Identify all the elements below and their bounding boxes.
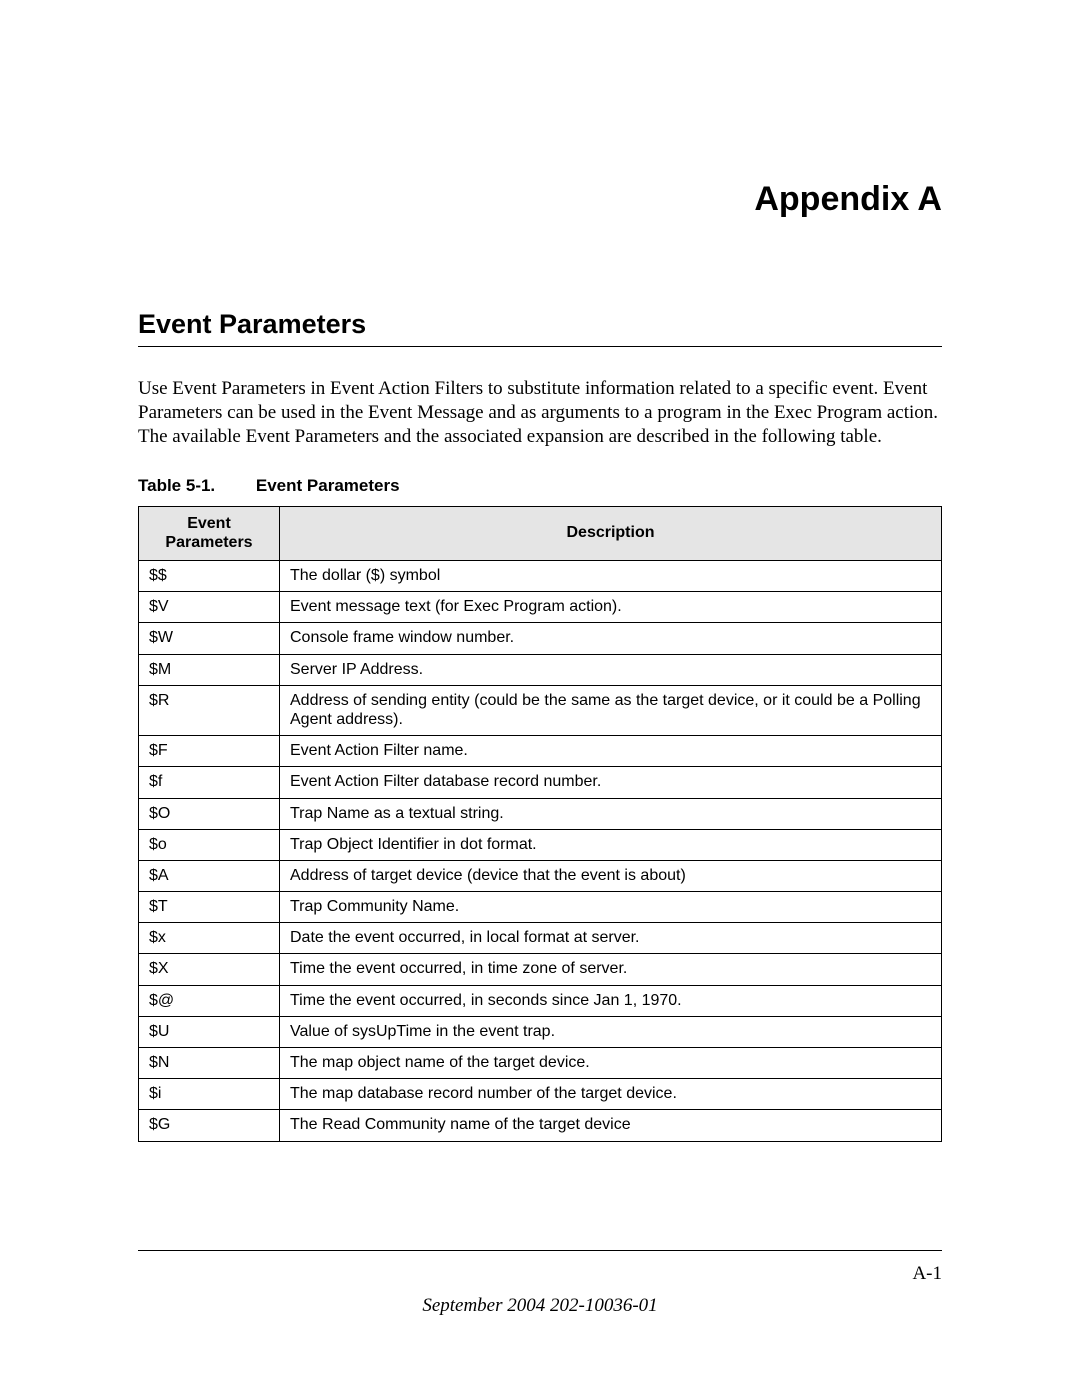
table-row: $GThe Read Community name of the target … [139,1110,942,1141]
table-row: $xDate the event occurred, in local form… [139,923,942,954]
table-cell-param: $f [139,767,280,798]
table-row: $AAddress of target device (device that … [139,860,942,891]
table-cell-desc: The dollar ($) symbol [280,561,942,592]
table-caption-number: Table 5-1. [138,476,215,496]
table-cell-param: $U [139,1016,280,1047]
table-cell-param: $V [139,592,280,623]
table-cell-desc: Event Action Filter name. [280,736,942,767]
page-number: A-1 [138,1263,942,1285]
table-row: $FEvent Action Filter name. [139,736,942,767]
table-row: $XTime the event occurred, in time zone … [139,954,942,985]
table-header-param: Event Parameters [139,507,280,561]
section-rule [138,346,942,347]
footer-rule [138,1250,942,1251]
table-cell-desc: Trap Community Name. [280,892,942,923]
table-cell-desc: Event Action Filter database record numb… [280,767,942,798]
table-row: $OTrap Name as a textual string. [139,798,942,829]
table-row: $UValue of sysUpTime in the event trap. [139,1016,942,1047]
table-cell-param: $M [139,654,280,685]
table-cell-desc: Address of target device (device that th… [280,860,942,891]
table-cell-desc: Server IP Address. [280,654,942,685]
table-row: $$The dollar ($) symbol [139,561,942,592]
table-cell-desc: Time the event occurred, in seconds sinc… [280,985,942,1016]
intro-paragraph: Use Event Parameters in Event Action Fil… [138,377,942,448]
table-row: $WConsole frame window number. [139,623,942,654]
appendix-title: Appendix A [138,180,942,219]
table-cell-param: $R [139,685,280,735]
table-cell-desc: Trap Name as a textual string. [280,798,942,829]
page: Appendix A Event Parameters Use Event Pa… [0,0,1080,1397]
event-parameters-table: Event Parameters Description $$The dolla… [138,506,942,1141]
table-cell-param: $@ [139,985,280,1016]
table-cell-param: $A [139,860,280,891]
table-row: $RAddress of sending entity (could be th… [139,685,942,735]
table-cell-desc: Time the event occurred, in time zone of… [280,954,942,985]
section-title: Event Parameters [138,309,942,340]
table-cell-param: $T [139,892,280,923]
table-row: $TTrap Community Name. [139,892,942,923]
table-header-row: Event Parameters Description [139,507,942,561]
table-cell-param: $$ [139,561,280,592]
table-cell-desc: Event message text (for Exec Program act… [280,592,942,623]
table-cell-desc: Address of sending entity (could be the … [280,685,942,735]
table-cell-param: $N [139,1048,280,1079]
table-cell-desc: Value of sysUpTime in the event trap. [280,1016,942,1047]
table-cell-desc: Console frame window number. [280,623,942,654]
table-row: $iThe map database record number of the … [139,1079,942,1110]
table-row: $VEvent message text (for Exec Program a… [139,592,942,623]
table-cell-desc: Trap Object Identifier in dot format. [280,829,942,860]
table-row: $@Time the event occurred, in seconds si… [139,985,942,1016]
table-cell-desc: The map object name of the target device… [280,1048,942,1079]
table-row: $NThe map object name of the target devi… [139,1048,942,1079]
table-row: $oTrap Object Identifier in dot format. [139,829,942,860]
table-row: $fEvent Action Filter database record nu… [139,767,942,798]
table-cell-param: $W [139,623,280,654]
table-cell-param: $G [139,1110,280,1141]
table-cell-param: $o [139,829,280,860]
table-cell-param: $i [139,1079,280,1110]
table-cell-param: $X [139,954,280,985]
table-cell-param: $x [139,923,280,954]
table-cell-param: $O [139,798,280,829]
footer-text: September 2004 202-10036-01 [138,1295,942,1317]
table-cell-desc: The Read Community name of the target de… [280,1110,942,1141]
table-cell-desc: Date the event occurred, in local format… [280,923,942,954]
table-cell-desc: The map database record number of the ta… [280,1079,942,1110]
footer: A-1 September 2004 202-10036-01 [138,1250,942,1317]
table-cell-param: $F [139,736,280,767]
table-caption: Table 5-1. Event Parameters [138,476,942,496]
table-row: $MServer IP Address. [139,654,942,685]
table-caption-title: Event Parameters [256,476,400,495]
table-header-desc: Description [280,507,942,561]
